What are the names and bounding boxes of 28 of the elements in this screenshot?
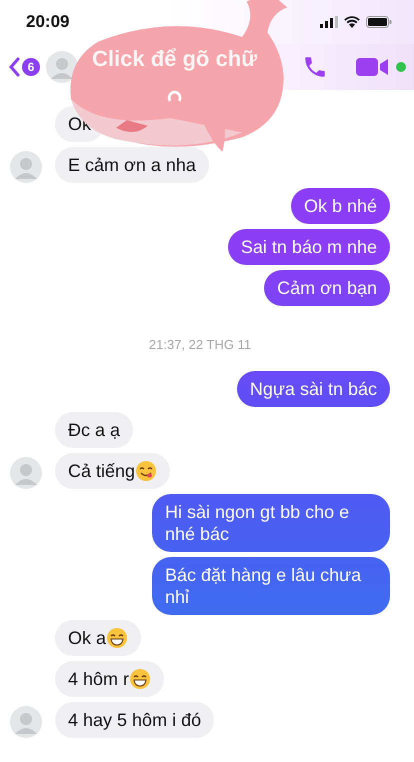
yum-emoji-icon bbox=[135, 460, 158, 482]
grin-emoji-icon bbox=[129, 668, 152, 690]
back-icon bbox=[8, 57, 20, 77]
battery-icon bbox=[366, 16, 392, 28]
message-bubble[interactable]: 4 hôm r bbox=[55, 661, 164, 697]
message-bubble[interactable]: Ok a bbox=[55, 620, 142, 656]
message-bubble[interactable]: Cả tiếng bbox=[55, 453, 170, 489]
video-icon[interactable] bbox=[356, 56, 390, 78]
message-bubble[interactable]: Bác đặt hàng e lâu chưa nhỉ bbox=[152, 557, 390, 615]
avatar-icon[interactable] bbox=[10, 706, 42, 738]
message-bubble[interactable]: Sai tn báo m nhe bbox=[228, 229, 390, 265]
message-bubble[interactable]: Ngựa sài tn bác bbox=[236, 371, 390, 407]
timestamp: 21:37, 22 THG 11 bbox=[148, 336, 252, 354]
grin-emoji-icon bbox=[106, 627, 128, 649]
message-bubble[interactable]: Cảm ơn bạn bbox=[264, 270, 390, 306]
message-bubble[interactable]: 4 hay 5 hôm i đó bbox=[55, 702, 214, 738]
signal-icon bbox=[320, 16, 338, 28]
avatar-icon[interactable] bbox=[10, 457, 42, 489]
back-button[interactable]: 6 bbox=[8, 57, 40, 77]
avatar-icon[interactable] bbox=[10, 151, 42, 183]
unread-badge: 6 bbox=[22, 58, 40, 76]
message-bubble[interactable]: Hi sài ngon gt bb cho e nhé bác bbox=[152, 494, 390, 552]
message-bubble[interactable]: Đc a ạ bbox=[55, 412, 134, 448]
status-time: 20:09 bbox=[26, 12, 70, 32]
wifi-icon bbox=[344, 16, 360, 28]
message-bubble[interactable]: Ok b nhé bbox=[290, 188, 390, 224]
message-bubble[interactable]: E cảm ơn a nha bbox=[55, 147, 209, 183]
sticker-text: Click để gõ chữ bbox=[92, 46, 258, 72]
